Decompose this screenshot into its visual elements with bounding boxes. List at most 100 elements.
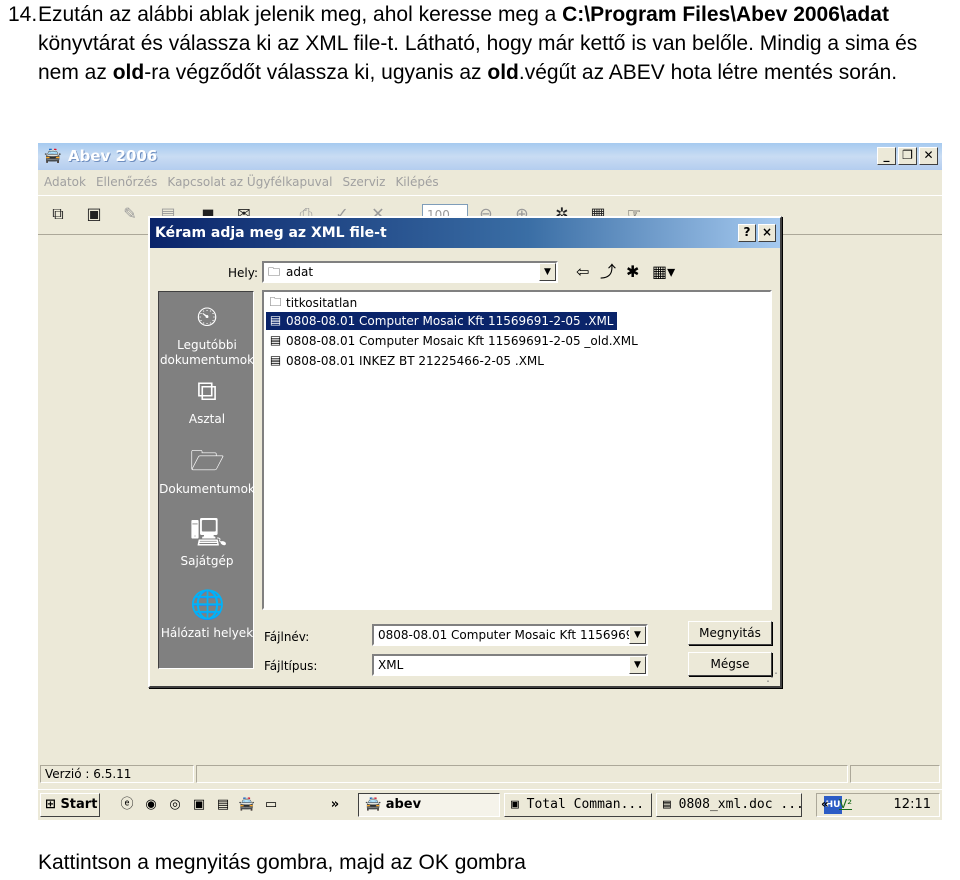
filetype-combo[interactable]: XML ▼	[372, 654, 648, 676]
location-combo[interactable]: 🗀 adat ▼	[262, 261, 558, 283]
instruction-bold-segment: old	[112, 61, 145, 84]
filename-value: 0808-08.01 Computer Mosaic Kft 11569691-…	[378, 628, 648, 642]
task-abev[interactable]: 🚔 abev	[358, 793, 500, 817]
tray-expand[interactable]: «	[821, 797, 829, 811]
restore-button[interactable]: ❐	[898, 147, 917, 165]
instruction-segment: .végűt az ABEV hota létre mentés során.	[518, 61, 898, 84]
file-item-xml-inkez[interactable]: ▤ 0808-08.01 INKEZ BT 21225466-2-05 .XML	[266, 352, 547, 370]
task-word-doc[interactable]: ▤ 0808_xml.doc ...	[656, 793, 802, 817]
instruction-segment: -ra végződőt válassza ki, ugyanis az	[144, 61, 488, 84]
instruction-paragraph: 14. Ezután az alábbi ablak jelenik meg, …	[8, 0, 958, 87]
app-icon[interactable]: ▤	[214, 796, 232, 814]
window-icon[interactable]: ▭	[262, 796, 280, 814]
system-tray: « V² 12:11	[816, 793, 940, 817]
xml-file-icon: ▤	[269, 313, 282, 327]
network-places-icon: 🌐	[190, 588, 225, 621]
instruction-text: Ezután az alábbi ablak jelenik meg, ahol…	[38, 0, 958, 87]
back-arrow-icon[interactable]: ⇦	[576, 263, 589, 281]
tray-app-icon[interactable]: V²	[839, 797, 852, 811]
place-recent[interactable]: ⏲ Legutóbbi dokumentumok	[159, 300, 255, 368]
taskbar: ⊞ Start ⓔ ◉ ◎ ▣ ▤ 🚔 ▭ » 🚔 abev ▣ Total C…	[38, 789, 942, 820]
place-desktop-label: Asztal	[188, 412, 226, 426]
filename-combo[interactable]: 0808-08.01 Computer Mosaic Kft 11569691-…	[372, 624, 648, 646]
place-network[interactable]: 🌐 Hálózati helyek	[159, 588, 255, 641]
dialog-title: Kéram adja meg az XML file-t	[155, 225, 387, 241]
menu-ellenorzes[interactable]: Ellenőrzés	[96, 171, 157, 193]
up-folder-icon[interactable]: ⤴	[600, 263, 616, 281]
place-computer-label: Sajátgép	[180, 554, 234, 568]
abev-logo-icon: 🚔	[44, 148, 62, 164]
instruction-bold-segment: old	[487, 61, 519, 84]
place-network-label: Hálózati helyek	[160, 626, 254, 640]
menu-kapcsolat[interactable]: Kapcsolat az Ügyfélkapuval	[167, 171, 332, 193]
place-desktop[interactable]: ⧉ Asztal	[159, 374, 255, 427]
file-item-folder[interactable]: 🗀 titkositatlan	[266, 294, 360, 312]
location-label: Hely:	[228, 266, 259, 280]
save-icon[interactable]: ▣	[84, 204, 104, 224]
minimize-button[interactable]: _	[877, 147, 896, 165]
file-name: 0808-08.01 INKEZ BT 21225466-2-05 .XML	[286, 354, 544, 368]
xml-file-icon: ▤	[269, 353, 282, 367]
start-label: Start	[60, 797, 98, 812]
place-documents-label: Dokumentumok	[159, 482, 255, 496]
file-list: 🗀 titkositatlan ▤ 0808-08.01 Computer Mo…	[262, 290, 772, 610]
my-documents-icon: 🗁	[190, 444, 225, 477]
filetype-label: Fájltípus:	[264, 659, 318, 673]
task-tc-label: Total Comman...	[526, 797, 645, 812]
menubar: Adatok Ellenőrzés Kapcsolat az Ügyfélkap…	[38, 171, 942, 193]
abev-quick-icon[interactable]: 🚔	[238, 796, 256, 814]
windows-logo-icon: ⊞	[45, 797, 56, 812]
word-doc-icon: ▤	[663, 797, 671, 812]
recent-documents-icon: ⏲	[196, 300, 218, 333]
app-title: Abev 2006	[68, 147, 158, 165]
more-quicklaunch[interactable]: »	[326, 796, 344, 814]
open-button[interactable]: Megnyitás	[688, 621, 772, 645]
new-folder-icon[interactable]: ✱	[626, 263, 639, 281]
menu-kilepes[interactable]: Kilépés	[395, 171, 438, 193]
folder-icon: 🗀	[268, 265, 281, 279]
cancel-button[interactable]: Mégse	[688, 652, 772, 676]
ie-icon[interactable]: ⓔ	[118, 796, 136, 814]
menu-adatok[interactable]: Adatok	[44, 171, 86, 193]
start-button[interactable]: ⊞ Start	[40, 793, 100, 817]
abev-task-icon: 🚔	[365, 797, 382, 812]
xml-file-icon: ▤	[269, 333, 282, 347]
file-item-xml-selected[interactable]: ▤ 0808-08.01 Computer Mosaic Kft 1156969…	[266, 312, 617, 330]
chevron-down-icon[interactable]: ▼	[629, 626, 646, 644]
place-recent-label: Legutóbbi dokumentumok	[159, 338, 255, 367]
help-button[interactable]: ?	[738, 224, 756, 242]
file-name: 0808-08.01 Computer Mosaic Kft 11569691-…	[286, 314, 614, 328]
task-total-commander[interactable]: ▣ Total Comman...	[504, 793, 652, 817]
statusbar: Verzió : 6.5.11	[38, 763, 942, 785]
menu-szerviz[interactable]: Szerviz	[342, 171, 385, 193]
place-computer[interactable]: 🖳 Sajátgép	[159, 516, 255, 569]
place-documents[interactable]: 🗁 Dokumentumok	[159, 444, 255, 497]
chevron-down-icon[interactable]: ▼	[539, 263, 556, 281]
browser-icon[interactable]: ◎	[166, 796, 184, 814]
footer-instruction: Kattintson a megnyitás gombra, majd az O…	[38, 851, 526, 874]
status-version: Verzió : 6.5.11	[40, 765, 194, 783]
edit-icon[interactable]: ✎	[120, 204, 140, 224]
disk-icon[interactable]: ▣	[190, 796, 208, 814]
file-name: 0808-08.01 Computer Mosaic Kft 11569691-…	[286, 334, 638, 348]
filetype-value: XML	[378, 658, 404, 672]
close-button[interactable]: ✕	[919, 147, 938, 165]
view-menu-icon[interactable]: ▦▾	[652, 263, 675, 281]
desktop-icon: ⧉	[197, 374, 217, 407]
firefox-icon[interactable]: ◉	[142, 796, 160, 814]
dialog-close-button[interactable]: ×	[758, 224, 776, 242]
app-titlebar: 🚔 Abev 2006 _ ❐ ✕	[38, 143, 942, 170]
instruction-bold-segment: C:\Program Files\Abev 2006\adat	[562, 3, 889, 26]
copy-icon[interactable]: ⧉	[48, 204, 68, 224]
folder-icon: 🗀	[269, 295, 282, 309]
file-item-xml-old[interactable]: ▤ 0808-08.01 Computer Mosaic Kft 1156969…	[266, 332, 641, 350]
resize-grip-icon[interactable]: ⋰	[766, 670, 778, 684]
filename-label: Fájlnév:	[264, 630, 310, 644]
task-word-label: 0808_xml.doc ...	[678, 797, 802, 812]
abev-screenshot: 🚔 Abev 2006 _ ❐ ✕ Adatok Ellenőrzés Kapc…	[38, 143, 942, 820]
task-abev-label: abev	[385, 797, 422, 812]
total-commander-icon: ▣	[511, 797, 519, 812]
places-bar: ⏲ Legutóbbi dokumentumok ⧉ Asztal 🗁 Doku…	[158, 291, 255, 669]
open-file-dialog: Kéram adja meg az XML file-t ? × Hely: 🗀…	[148, 216, 782, 688]
chevron-down-icon[interactable]: ▼	[629, 656, 646, 674]
